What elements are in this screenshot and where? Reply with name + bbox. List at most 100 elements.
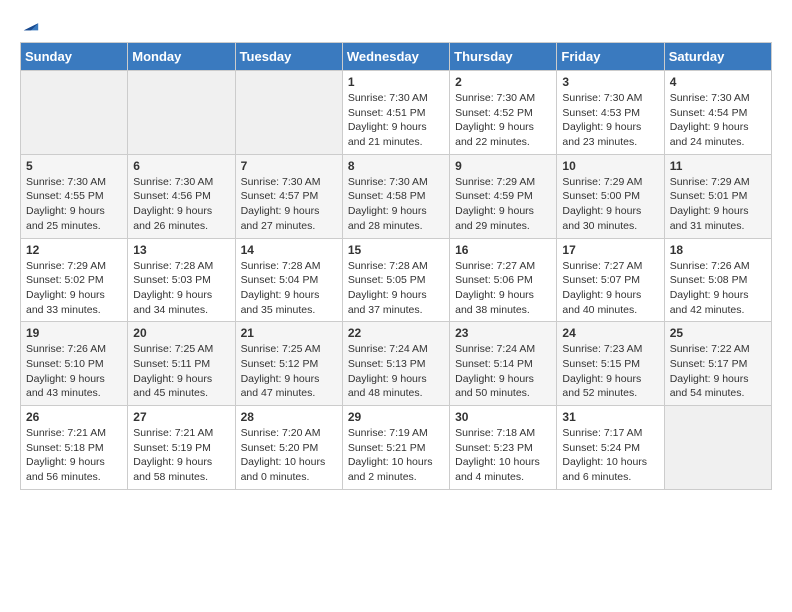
cell-content: Sunrise: 7:29 AMSunset: 4:59 PMDaylight:… <box>455 175 551 234</box>
day-number: 12 <box>26 243 122 257</box>
cell-content: Sunrise: 7:25 AMSunset: 5:12 PMDaylight:… <box>241 342 337 401</box>
day-header-saturday: Saturday <box>664 43 771 71</box>
calendar-week-2: 5 Sunrise: 7:30 AMSunset: 4:55 PMDaylight… <box>21 154 772 238</box>
day-number: 25 <box>670 326 766 340</box>
calendar-cell: 28Sunrise: 7:20 AMSunset: 5:20 PMDayligh… <box>235 406 342 490</box>
calendar-cell: 18 Sunrise: 7:26 AMSunset: 5:08 PMDayligh… <box>664 238 771 322</box>
day-number: 14 <box>241 243 337 257</box>
calendar-cell: 17 Sunrise: 7:27 AMSunset: 5:07 PMDayligh… <box>557 238 664 322</box>
calendar-cell: 30 Sunrise: 7:18 AMSunset: 5:23 PMDayligh… <box>450 406 557 490</box>
day-number: 24 <box>562 326 658 340</box>
calendar-week-1: 1 Sunrise: 7:30 AMSunset: 4:51 PMDaylight… <box>21 71 772 155</box>
page: SundayMondayTuesdayWednesdayThursdayFrid… <box>0 0 792 506</box>
day-number: 4 <box>670 75 766 89</box>
logo-text <box>20 16 40 34</box>
header <box>20 16 772 32</box>
cell-content: Sunrise: 7:29 AMSunset: 5:02 PMDaylight:… <box>26 259 122 318</box>
day-number: 7 <box>241 159 337 173</box>
cell-content: Sunrise: 7:30 AMSunset: 4:51 PMDaylight:… <box>348 91 444 150</box>
calendar-cell <box>128 71 235 155</box>
day-number: 17 <box>562 243 658 257</box>
calendar-cell: 11Sunrise: 7:29 AMSunset: 5:01 PMDayligh… <box>664 154 771 238</box>
cell-content: Sunrise: 7:24 AMSunset: 5:13 PMDaylight:… <box>348 342 444 401</box>
calendar-cell <box>664 406 771 490</box>
cell-content: Sunrise: 7:17 AMSunset: 5:24 PMDaylight:… <box>562 426 658 485</box>
calendar-cell: 4 Sunrise: 7:30 AMSunset: 4:54 PMDaylight… <box>664 71 771 155</box>
calendar-cell: 12 Sunrise: 7:29 AMSunset: 5:02 PMDayligh… <box>21 238 128 322</box>
calendar-cell: 3 Sunrise: 7:30 AMSunset: 4:53 PMDaylight… <box>557 71 664 155</box>
day-number: 8 <box>348 159 444 173</box>
day-number: 23 <box>455 326 551 340</box>
cell-content: Sunrise: 7:22 AMSunset: 5:17 PMDaylight:… <box>670 342 766 401</box>
day-number: 10 <box>562 159 658 173</box>
day-number: 5 <box>26 159 122 173</box>
cell-content: Sunrise: 7:21 AMSunset: 5:18 PMDaylight:… <box>26 426 122 485</box>
calendar-cell: 14 Sunrise: 7:28 AMSunset: 5:04 PMDayligh… <box>235 238 342 322</box>
cell-content: Sunrise: 7:18 AMSunset: 5:23 PMDaylight:… <box>455 426 551 485</box>
calendar-cell: 7 Sunrise: 7:30 AMSunset: 4:57 PMDaylight… <box>235 154 342 238</box>
calendar-cell <box>21 71 128 155</box>
calendar-cell: 10Sunrise: 7:29 AMSunset: 5:00 PMDayligh… <box>557 154 664 238</box>
cell-content: Sunrise: 7:26 AMSunset: 5:08 PMDaylight:… <box>670 259 766 318</box>
calendar-cell: 16 Sunrise: 7:27 AMSunset: 5:06 PMDayligh… <box>450 238 557 322</box>
day-number: 19 <box>26 326 122 340</box>
cell-content: Sunrise: 7:30 AMSunset: 4:54 PMDaylight:… <box>670 91 766 150</box>
calendar: SundayMondayTuesdayWednesdayThursdayFrid… <box>20 42 772 490</box>
cell-content: Sunrise: 7:27 AMSunset: 5:07 PMDaylight:… <box>562 259 658 318</box>
day-number: 31 <box>562 410 658 424</box>
day-number: 1 <box>348 75 444 89</box>
cell-content: Sunrise: 7:30 AMSunset: 4:58 PMDaylight:… <box>348 175 444 234</box>
cell-content: Sunrise: 7:20 AMSunset: 5:20 PMDaylight:… <box>241 426 337 485</box>
cell-content: Sunrise: 7:26 AMSunset: 5:10 PMDaylight:… <box>26 342 122 401</box>
cell-content: Sunrise: 7:30 AMSunset: 4:53 PMDaylight:… <box>562 91 658 150</box>
day-number: 13 <box>133 243 229 257</box>
cell-content: Sunrise: 7:30 AMSunset: 4:57 PMDaylight:… <box>241 175 337 234</box>
logo-icon <box>22 16 40 34</box>
calendar-cell: 15 Sunrise: 7:28 AMSunset: 5:05 PMDayligh… <box>342 238 449 322</box>
calendar-cell: 5 Sunrise: 7:30 AMSunset: 4:55 PMDaylight… <box>21 154 128 238</box>
day-number: 2 <box>455 75 551 89</box>
day-number: 15 <box>348 243 444 257</box>
calendar-cell: 27Sunrise: 7:21 AMSunset: 5:19 PMDayligh… <box>128 406 235 490</box>
calendar-cell <box>235 71 342 155</box>
calendar-cell: 9 Sunrise: 7:29 AMSunset: 4:59 PMDaylight… <box>450 154 557 238</box>
calendar-cell: 29Sunrise: 7:19 AMSunset: 5:21 PMDayligh… <box>342 406 449 490</box>
day-header-monday: Monday <box>128 43 235 71</box>
day-header-friday: Friday <box>557 43 664 71</box>
calendar-cell: 1 Sunrise: 7:30 AMSunset: 4:51 PMDaylight… <box>342 71 449 155</box>
cell-content: Sunrise: 7:30 AMSunset: 4:56 PMDaylight:… <box>133 175 229 234</box>
day-number: 26 <box>26 410 122 424</box>
logo <box>20 16 40 32</box>
cell-content: Sunrise: 7:28 AMSunset: 5:04 PMDaylight:… <box>241 259 337 318</box>
calendar-cell: 22Sunrise: 7:24 AMSunset: 5:13 PMDayligh… <box>342 322 449 406</box>
cell-content: Sunrise: 7:19 AMSunset: 5:21 PMDaylight:… <box>348 426 444 485</box>
day-number: 18 <box>670 243 766 257</box>
cell-content: Sunrise: 7:24 AMSunset: 5:14 PMDaylight:… <box>455 342 551 401</box>
calendar-cell: 26 Sunrise: 7:21 AMSunset: 5:18 PMDayligh… <box>21 406 128 490</box>
calendar-cell: 6 Sunrise: 7:30 AMSunset: 4:56 PMDaylight… <box>128 154 235 238</box>
day-number: 6 <box>133 159 229 173</box>
cell-content: Sunrise: 7:25 AMSunset: 5:11 PMDaylight:… <box>133 342 229 401</box>
day-number: 16 <box>455 243 551 257</box>
calendar-cell: 8 Sunrise: 7:30 AMSunset: 4:58 PMDaylight… <box>342 154 449 238</box>
cell-content: Sunrise: 7:23 AMSunset: 5:15 PMDaylight:… <box>562 342 658 401</box>
day-header-thursday: Thursday <box>450 43 557 71</box>
cell-content: Sunrise: 7:21 AMSunset: 5:19 PMDaylight:… <box>133 426 229 485</box>
cell-content: Sunrise: 7:28 AMSunset: 5:03 PMDaylight:… <box>133 259 229 318</box>
day-number: 21 <box>241 326 337 340</box>
calendar-cell: 25 Sunrise: 7:22 AMSunset: 5:17 PMDayligh… <box>664 322 771 406</box>
day-number: 3 <box>562 75 658 89</box>
cell-content: Sunrise: 7:30 AMSunset: 4:55 PMDaylight:… <box>26 175 122 234</box>
cell-content: Sunrise: 7:29 AMSunset: 5:01 PMDaylight:… <box>670 175 766 234</box>
calendar-cell: 2 Sunrise: 7:30 AMSunset: 4:52 PMDaylight… <box>450 71 557 155</box>
cell-content: Sunrise: 7:27 AMSunset: 5:06 PMDaylight:… <box>455 259 551 318</box>
calendar-cell: 31 Sunrise: 7:17 AMSunset: 5:24 PMDayligh… <box>557 406 664 490</box>
day-header-sunday: Sunday <box>21 43 128 71</box>
day-number: 9 <box>455 159 551 173</box>
cell-content: Sunrise: 7:28 AMSunset: 5:05 PMDaylight:… <box>348 259 444 318</box>
calendar-cell: 23 Sunrise: 7:24 AMSunset: 5:14 PMDayligh… <box>450 322 557 406</box>
day-header-wednesday: Wednesday <box>342 43 449 71</box>
cell-content: Sunrise: 7:30 AMSunset: 4:52 PMDaylight:… <box>455 91 551 150</box>
day-number: 30 <box>455 410 551 424</box>
calendar-header-row: SundayMondayTuesdayWednesdayThursdayFrid… <box>21 43 772 71</box>
